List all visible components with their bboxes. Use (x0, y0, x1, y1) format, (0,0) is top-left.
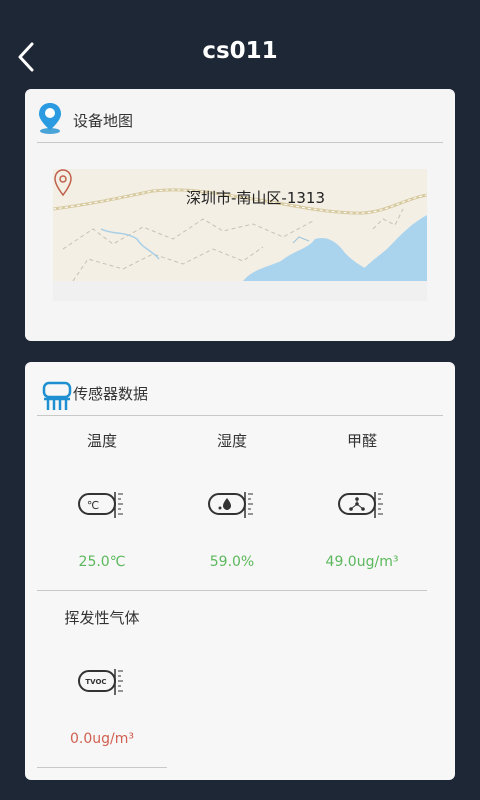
device-map-header: 设备地图 (37, 89, 443, 143)
map-marker-icon (54, 169, 72, 197)
sensor-data-title: 传感器数据 (73, 385, 149, 403)
device-map-title: 设备地图 (73, 112, 134, 130)
sensor-value: 59.0% (209, 554, 255, 570)
sensor-name: 挥发性气体 (64, 609, 140, 627)
top-bar: cs011 (0, 0, 480, 90)
row-divider (37, 590, 427, 591)
temperature-gauge-icon: ℃ (78, 492, 123, 518)
map-location-label: 深圳市-南山区-1313 (186, 189, 325, 207)
map-canvas (53, 169, 427, 281)
svg-text:℃: ℃ (87, 499, 99, 512)
sensor-name: 湿度 (216, 432, 247, 450)
row-divider (37, 767, 167, 768)
tvoc-gauge-icon: TVOC (78, 669, 123, 695)
device-map[interactable]: 深圳市-南山区-1313 (53, 169, 427, 301)
humidity-gauge-icon (208, 492, 253, 518)
sensor-humidity[interactable]: 湿度 59.0% (162, 430, 302, 570)
sensor-data-card: 传感器数据 温度 ℃ 25.0℃ 湿度 59.0% 甲醛 49.0ug/m³ 挥… (25, 362, 455, 780)
sensor-value: 25.0℃ (78, 554, 126, 570)
sensor-value: 49.0ug/m³ (325, 554, 399, 570)
sensor-icon (42, 381, 72, 410)
sensor-data-header: 传感器数据 (37, 362, 443, 416)
location-pin-icon (39, 103, 61, 134)
page-title: cs011 (202, 38, 278, 64)
sensor-name: 甲醛 (346, 432, 377, 450)
device-map-card: 设备地图 深圳市-南山区-1313 (25, 89, 455, 341)
sensor-temperature[interactable]: 温度 ℃ 25.0℃ (32, 430, 172, 570)
sensor-tvoc[interactable]: 挥发性气体 TVOC 0.0ug/m³ (32, 607, 172, 747)
sensor-name: 温度 (86, 432, 117, 450)
sensor-value: 0.0ug/m³ (70, 731, 134, 747)
sensor-formaldehyde[interactable]: 甲醛 49.0ug/m³ (292, 430, 432, 570)
formaldehyde-gauge-icon (338, 492, 383, 518)
svg-text:TVOC: TVOC (85, 678, 106, 686)
